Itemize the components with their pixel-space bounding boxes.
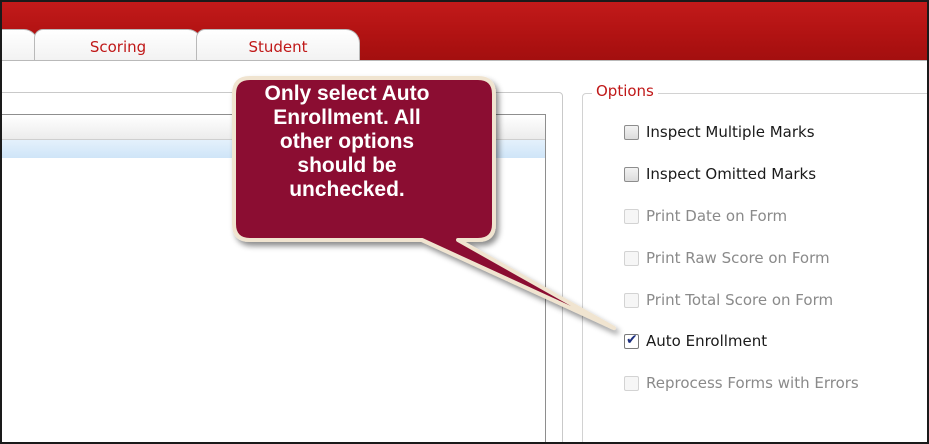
app-window: Scoring Student Options Inspect Multiple…	[0, 0, 929, 444]
callout-line: Enrollment. All	[273, 106, 421, 129]
callout-line: should be	[297, 154, 397, 177]
callout-bubble	[232, 76, 616, 330]
callout-line: other options	[279, 130, 415, 153]
callout-line: unchecked.	[289, 178, 405, 201]
callout-text: Only select Auto Enrollment. All other o…	[222, 82, 472, 202]
callout-line: Only select Auto	[264, 82, 430, 105]
